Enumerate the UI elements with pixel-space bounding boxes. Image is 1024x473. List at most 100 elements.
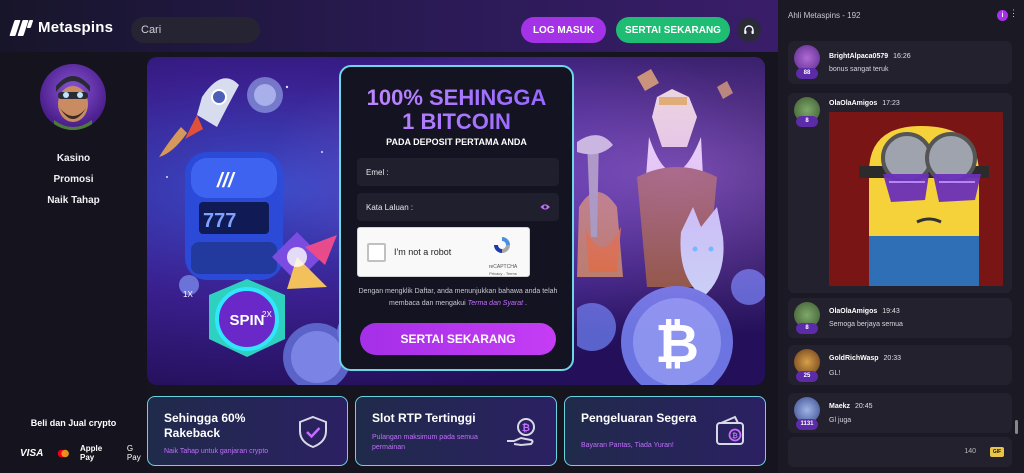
minion-sticker (829, 112, 1003, 286)
search-input[interactable] (141, 24, 283, 36)
payment-methods: VISA Apple Pay G Pay (20, 444, 147, 462)
sidebar-item-level-up[interactable]: Naik Tahap (0, 195, 147, 206)
message-text: GL! (829, 370, 841, 377)
mascot-avatar[interactable] (40, 64, 106, 130)
message-text: bonus sangat teruk (829, 66, 889, 73)
sidebar: Kasino Promosi Naik Tahap Beli dan Jual … (0, 52, 147, 473)
chat-message: 25 GoldRichWasp 20:33 GL! (788, 345, 1012, 385)
wolf-figure (680, 207, 724, 297)
login-button[interactable]: LOG MASUK (521, 17, 606, 43)
promo-subtitle: PADA DEPOSIT PERTAMA ANDA (386, 137, 527, 147)
headset-icon (744, 25, 754, 34)
message-time: 16:26 (893, 53, 911, 60)
terms-link[interactable]: Terma dan Syarat (468, 300, 523, 307)
recaptcha-label: I'm not a robot (394, 247, 452, 257)
svg-text:₿: ₿ (655, 314, 699, 374)
feature-card-rakeback[interactable]: Sehingga 60% Rakeback Naik Tahap untuk g… (147, 396, 348, 466)
username[interactable]: BrightAlpaca0579 (829, 53, 888, 60)
shield-check-icon (299, 415, 327, 449)
terms-end: . (525, 300, 527, 307)
wallet-bitcoin-icon: ₿ (716, 415, 744, 445)
svg-text:₿: ₿ (522, 422, 530, 434)
rocket-icon (159, 78, 239, 157)
buy-sell-crypto-label[interactable]: Beli dan Jual crypto (0, 418, 147, 428)
message-text: Gl juga (829, 417, 852, 424)
message-time: 19:43 (882, 308, 900, 315)
message-time: 17:23 (882, 100, 900, 107)
more-options-icon[interactable]: ⋮ (1009, 9, 1018, 18)
svg-text:///: /// (216, 170, 236, 192)
support-button[interactable] (737, 18, 761, 42)
chat-input[interactable]: 140 GIF (788, 437, 1012, 467)
svg-text:₿: ₿ (732, 432, 738, 440)
slot-machine: /// 777 (185, 152, 283, 280)
recaptcha-widget: I'm not a robot reCAPTCHA Privacy - Term… (357, 227, 530, 277)
top-bar: Metaspins LOG MASUK SERTAI SEKARANG (0, 0, 778, 52)
recaptcha-terms[interactable]: Privacy - Terms (483, 271, 523, 276)
logo-icon (9, 19, 34, 36)
logo[interactable]: Metaspins (9, 19, 114, 36)
spin-badge: SPIN (209, 279, 285, 357)
chat-message: 88 BrightAlpaca0579 16:26 bonus sangat te… (788, 41, 1012, 84)
username[interactable]: OlaOlaAmigos (829, 100, 877, 107)
search-bar[interactable] (131, 17, 283, 43)
join-now-button[interactable]: SERTAI SEKARANG (616, 17, 730, 43)
gem-cluster (272, 232, 337, 289)
mastercard-icon (58, 449, 70, 457)
bitcoin-hand-icon: ₿ (507, 418, 535, 447)
email-field[interactable] (366, 167, 550, 177)
message-time: 20:45 (855, 403, 873, 410)
zeus-figure (637, 89, 717, 287)
char-count: 140 (964, 448, 976, 455)
password-field[interactable] (366, 202, 540, 212)
info-icon[interactable]: i (997, 10, 1008, 21)
chat-header: Ahli Metaspins - 192 (778, 0, 1024, 30)
chat-panel: Ahli Metaspins - 192 i ⋮ 8 8 BrightAlpaca… (778, 0, 1024, 473)
level-badge: 8 (796, 116, 818, 127)
recaptcha-checkbox[interactable] (367, 243, 386, 262)
svg-text:777: 777 (203, 210, 236, 232)
registration-form: 100% SEHINGGA 1 BITCOIN PADA DEPOSIT PER… (339, 65, 574, 371)
svg-text:SPIN: SPIN (229, 312, 264, 329)
visa-icon: VISA (20, 447, 44, 459)
promo-title-line1: 100% SEHINGGA (341, 85, 572, 111)
chat-title: Ahli Metaspins - 192 (788, 10, 861, 20)
feature-desc: Pulangan maksimum pada semua permainan (372, 434, 478, 451)
message-header: BrightAlpaca0579 16:26 (829, 53, 911, 60)
email-field-wrap[interactable] (357, 158, 559, 186)
username[interactable]: OlaOlaAmigos (829, 308, 877, 315)
register-join-button[interactable]: SERTAI SEKARANG (360, 323, 556, 355)
message-text: Semoga berjaya semua (829, 321, 903, 328)
feature-title: Slot RTP Tertinggi (372, 411, 476, 425)
sidebar-item-casino[interactable]: Kasino (0, 153, 147, 164)
gif-button[interactable]: GIF (990, 447, 1004, 457)
bitcoin-coin: ₿ (577, 269, 765, 385)
minion-sticker-image (829, 112, 1003, 286)
username[interactable]: Maekz (829, 403, 850, 410)
password-field-wrap[interactable] (357, 193, 559, 221)
feature-card-rtp[interactable]: Slot RTP Tertinggi Pulangan maksimum pad… (355, 396, 557, 466)
mascot-image (54, 76, 92, 130)
message-header: Maekz 20:45 (829, 403, 873, 410)
eye-icon[interactable] (540, 203, 550, 211)
username[interactable]: GoldRichWasp (829, 355, 879, 362)
feature-card-withdrawal[interactable]: Pengeluaran Segera Bayaran Pantas, Tiada… (564, 396, 766, 466)
level-badge: 25 (796, 371, 818, 382)
chat-scrollbar[interactable] (1015, 420, 1018, 434)
message-header: OlaOlaAmigos 19:43 (829, 308, 900, 315)
zeus-illustration: ₿ (577, 69, 765, 385)
chat-message: 8 OlaOlaAmigos 19:43 Semoga berjaya semua (788, 298, 1012, 338)
message-time: 20:33 (883, 355, 902, 362)
svg-text:1X: 1X (183, 290, 193, 299)
level-badge: 8 (796, 323, 818, 334)
apple-pay-icon: Apple Pay (79, 444, 103, 462)
terms-notice: Dengan mengklik Daftar, anda menunjukkan… (355, 286, 561, 310)
brand-name: Metaspins (38, 19, 114, 36)
feature-title: Sehingga 60% Rakeback (164, 411, 246, 440)
sidebar-item-promotions[interactable]: Promosi (0, 174, 147, 185)
terms-text: Dengan mengklik Daftar, anda menunjukkan… (358, 288, 558, 307)
message-header: GoldRichWasp 20:33 (829, 355, 901, 362)
recaptcha-icon (494, 237, 510, 253)
chat-message: 1131 Maekz 20:45 Gl juga (788, 393, 1012, 433)
dwarf-figure (577, 135, 623, 277)
